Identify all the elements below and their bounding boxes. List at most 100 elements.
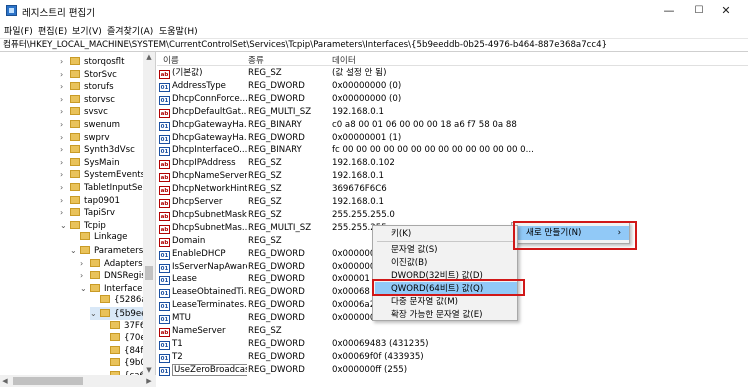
- table-row[interactable]: 01 DhcpGatewayHa... REG_DWORD 0x00000001 (1…: [157, 132, 748, 145]
- tree-item[interactable]: 37F6I: [100, 320, 148, 333]
- tree-item[interactable]: › Synth3dVsc: [60, 143, 135, 156]
- table-row[interactable]: ab (기본값) REG_SZ (값 설정 안 됨): [157, 67, 748, 80]
- chevron-right-icon[interactable]: ›: [60, 80, 70, 93]
- value-type-cell: REG_MULTI_SZ: [248, 222, 312, 233]
- chevron-down-icon[interactable]: ⌄: [70, 244, 80, 257]
- chevron-right-icon[interactable]: ›: [80, 269, 90, 282]
- table-row[interactable]: ab DhcpNetworkHint REG_SZ 369676F6C6: [157, 183, 748, 196]
- table-row[interactable]: 01 UseZeroBroadcast REG_DWORD 0x000000ff (2…: [157, 363, 748, 377]
- address-bar[interactable]: 컴퓨터\HKEY_LOCAL_MACHINE\SYSTEM\CurrentCon…: [0, 38, 748, 52]
- chevron-right-icon[interactable]: ›: [60, 168, 70, 181]
- scroll-right-arrow-icon[interactable]: ▶: [144, 376, 154, 386]
- menu-file[interactable]: 파일(F): [4, 24, 33, 37]
- tree-item[interactable]: › storqosflt: [60, 55, 124, 68]
- tree-item[interactable]: › Adapters: [80, 257, 143, 270]
- tree-item[interactable]: › swprv: [60, 131, 110, 144]
- hscrollbar-thumb[interactable]: [13, 377, 83, 385]
- folder-icon: [70, 132, 80, 141]
- value-type-cell: REG_SZ: [248, 68, 282, 78]
- chevron-right-icon[interactable]: ›: [60, 118, 70, 131]
- value-name-cell: 01 DhcpConnForce...: [159, 93, 247, 106]
- table-row[interactable]: ab DhcpServer REG_SZ 192.168.0.1: [157, 196, 748, 209]
- tree-item[interactable]: › StorSvc: [60, 68, 117, 81]
- table-row[interactable]: ab DhcpDefaultGat... REG_MULTI_SZ 192.168.0…: [157, 106, 748, 119]
- tree-item[interactable]: Linkage: [70, 231, 127, 244]
- tree-item[interactable]: › svsvc: [60, 105, 108, 118]
- value-name-cell: ab DhcpSubnetMask: [159, 209, 247, 222]
- chevron-down-icon[interactable]: ⌄: [80, 282, 90, 295]
- chevron-right-icon[interactable]: ›: [60, 93, 70, 106]
- table-row[interactable]: ab NameServer REG_SZ: [157, 325, 748, 338]
- submenu-string-value[interactable]: 문자열 값(S): [373, 243, 517, 257]
- tree-item[interactable]: › TapiSrv: [60, 206, 115, 219]
- chevron-down-icon[interactable]: ⌄: [90, 307, 100, 320]
- tree-item[interactable]: › TabletInputServi: [60, 181, 154, 194]
- tree-item-label: storqosflt: [84, 57, 125, 67]
- table-row[interactable]: 01 DhcpInterfaceO... REG_BINARY fc 00 00 00…: [157, 144, 748, 157]
- value-name-cell: 01 T1: [159, 338, 247, 351]
- chevron-right-icon[interactable]: ›: [60, 206, 70, 219]
- tree-item[interactable]: › SysMain: [60, 156, 120, 169]
- tree-horizontal-scrollbar[interactable]: ◀ ▶: [0, 375, 156, 387]
- chevron-right-icon[interactable]: ›: [60, 181, 70, 194]
- close-button[interactable]: ✕: [706, 3, 746, 19]
- folder-icon: [70, 69, 80, 78]
- tree-item-label: TapiSrv: [84, 208, 116, 219]
- column-header-name[interactable]: 이름: [163, 54, 179, 66]
- menu-help[interactable]: 도움말(H): [159, 24, 198, 37]
- chevron-right-icon[interactable]: ›: [60, 105, 70, 118]
- value-data-cell: 0x00000000 (0): [332, 80, 402, 91]
- value-name: NameServer: [172, 326, 226, 336]
- scroll-left-arrow-icon[interactable]: ◀: [0, 376, 10, 386]
- tree-item[interactable]: › storvsc: [60, 93, 115, 106]
- submenu-binary-value[interactable]: 이진값(B): [373, 256, 517, 270]
- chevron-down-icon[interactable]: ⌄: [60, 219, 70, 232]
- tree-item[interactable]: › DNSRegist: [80, 269, 149, 282]
- binary-value-icon: 01: [159, 366, 170, 376]
- table-row[interactable]: ab DhcpSubnetMask REG_SZ 255.255.255.0: [157, 209, 748, 222]
- menu-view[interactable]: 보기(V): [72, 24, 102, 37]
- tree-vertical-scrollbar[interactable]: ▲ ▼: [143, 52, 155, 375]
- chevron-right-icon[interactable]: ›: [60, 143, 70, 156]
- tree-item[interactable]: ⌄ Tcpip: [60, 219, 106, 232]
- column-header-data[interactable]: 데이터: [332, 54, 356, 66]
- menu-favorites[interactable]: 즐겨찾기(A): [107, 24, 153, 37]
- table-row[interactable]: ab DhcpIPAddress REG_SZ 192.168.0.102: [157, 157, 748, 170]
- scrollbar-thumb[interactable]: [145, 266, 153, 280]
- table-row[interactable]: 01 DhcpGatewayHa... REG_BINARY c0 a8 00 01 …: [157, 119, 748, 132]
- table-row[interactable]: 01 DhcpConnForce... REG_DWORD 0x00000000 (0…: [157, 93, 748, 106]
- chevron-right-icon[interactable]: ›: [60, 156, 70, 169]
- tree-item[interactable]: › swenum: [60, 118, 120, 131]
- tree-item[interactable]: ⌄ Parameters: [70, 244, 143, 257]
- string-value-icon: ab: [159, 199, 170, 208]
- submenu-key[interactable]: 키(K): [373, 227, 517, 241]
- table-row[interactable]: 01 AddressType REG_DWORD 0x00000000 (0): [157, 80, 748, 93]
- folder-icon: [70, 82, 80, 91]
- chevron-right-icon[interactable]: ›: [60, 68, 70, 81]
- value-name-cell: 01 AddressType: [159, 80, 247, 93]
- chevron-right-icon[interactable]: ›: [60, 55, 70, 68]
- value-name-cell: 01 UseZeroBroadcast: [159, 363, 247, 377]
- tree-item[interactable]: ⌄ Interfaces: [80, 282, 147, 295]
- tree-item[interactable]: › storufs: [60, 80, 114, 93]
- chevron-right-icon[interactable]: ›: [80, 257, 90, 270]
- chevron-right-icon[interactable]: ›: [60, 131, 70, 144]
- tree-item-label: Parameters: [94, 246, 144, 256]
- value-type-cell: REG_SZ: [248, 235, 282, 246]
- submenu-expandable-string-value[interactable]: 확장 가능한 문자열 값(E): [373, 308, 517, 321]
- scroll-up-arrow-icon[interactable]: ▲: [143, 52, 155, 62]
- submenu-multi-string-value[interactable]: 다중 문자열 값(M): [373, 295, 517, 309]
- menu-edit[interactable]: 편집(E): [38, 24, 67, 37]
- value-name: (기본값): [172, 68, 203, 78]
- window-title: 레지스트리 편집기: [22, 8, 95, 19]
- value-type-cell: REG_DWORD: [248, 248, 305, 259]
- tree-item[interactable]: › SystemEventsBr: [60, 168, 155, 181]
- scroll-down-arrow-icon[interactable]: ▼: [143, 365, 155, 375]
- table-row[interactable]: ab DhcpNameServer REG_SZ 192.168.0.1: [157, 170, 748, 183]
- chevron-right-icon[interactable]: ›: [60, 194, 70, 207]
- table-row[interactable]: 01 T1 REG_DWORD 0x00069483 (431235): [157, 338, 748, 351]
- column-header-type[interactable]: 종류: [248, 54, 264, 66]
- tree-item[interactable]: ⌄ {5b9eec: [90, 307, 152, 320]
- tree-item[interactable]: › tap0901: [60, 194, 120, 207]
- table-row[interactable]: 01 T2 REG_DWORD 0x00069f0f (433935): [157, 351, 748, 364]
